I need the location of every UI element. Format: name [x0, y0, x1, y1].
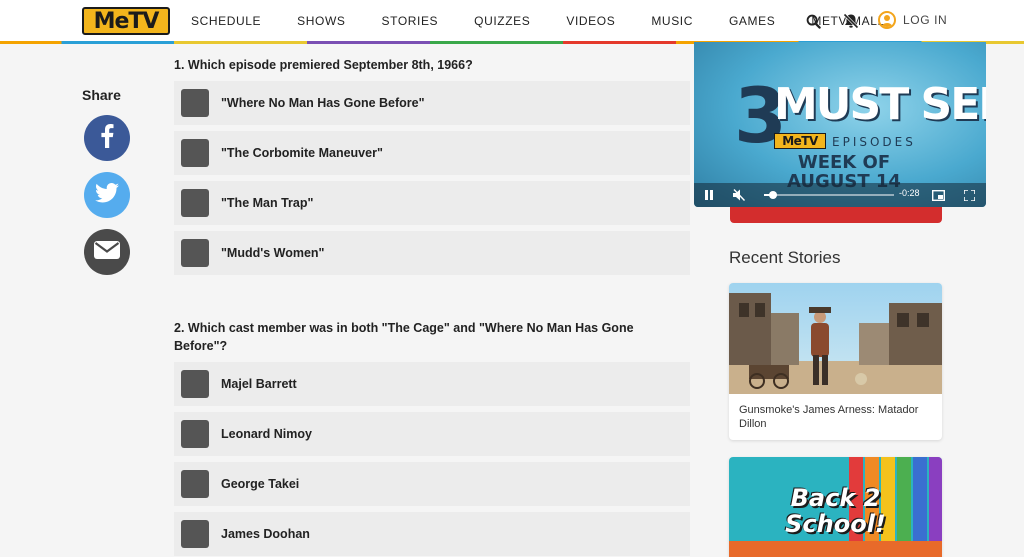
video-player[interactable]: 3 MUST SEE MeTV EPISODES WEEK OF AUGUST … — [694, 42, 986, 207]
story-image — [729, 283, 942, 394]
answer-checkbox[interactable] — [181, 420, 209, 448]
email-share-button[interactable] — [84, 229, 130, 275]
search-icon[interactable] — [803, 11, 823, 31]
answer-checkbox[interactable] — [181, 139, 209, 167]
story-image-text: Back 2 School! — [785, 484, 886, 538]
nav-shows[interactable]: SHOWS — [297, 14, 345, 28]
login-label: LOG IN — [903, 13, 948, 27]
share-title: Share — [82, 87, 121, 103]
answer-option[interactable]: "The Man Trap" — [174, 181, 690, 225]
nav-music[interactable]: MUSIC — [651, 14, 693, 28]
video-headline: MUST SEE — [774, 79, 986, 130]
answer-checkbox[interactable] — [181, 189, 209, 217]
answer-option[interactable]: George Takei — [174, 462, 690, 506]
nav-stories[interactable]: STORIES — [382, 14, 439, 28]
login-button[interactable]: LOG IN — [878, 11, 947, 29]
nav-quizzes[interactable]: QUIZZES — [474, 14, 530, 28]
metv-logo[interactable]: MeTV — [82, 7, 170, 35]
answer-option[interactable]: "Where No Man Has Gone Before" — [174, 81, 690, 125]
answer-label: George Takei — [221, 477, 300, 491]
video-progress-knob[interactable] — [769, 191, 778, 199]
question-1-text: 1. Which episode premiered September 8th… — [174, 58, 473, 72]
nav-videos[interactable]: VIDEOS — [566, 14, 615, 28]
facebook-share-button[interactable] — [84, 115, 130, 161]
answer-checkbox[interactable] — [181, 89, 209, 117]
answer-label: "The Corbomite Maneuver" — [221, 146, 383, 160]
story-card[interactable]: Back 2 School! — [729, 457, 942, 557]
twitter-icon — [95, 182, 119, 208]
picture-in-picture-icon[interactable] — [929, 186, 947, 204]
answer-label: Leonard Nimoy — [221, 427, 312, 441]
user-icon — [878, 11, 896, 29]
fullscreen-icon[interactable] — [960, 186, 978, 204]
answer-checkbox[interactable] — [181, 520, 209, 548]
recent-stories-title: Recent Stories — [729, 248, 841, 267]
email-icon — [94, 240, 120, 264]
answer-option[interactable]: Majel Barrett — [174, 362, 690, 406]
answer-option[interactable]: Leonard Nimoy — [174, 412, 690, 456]
answer-option[interactable]: "Mudd's Women" — [174, 231, 690, 275]
answer-label: "Mudd's Women" — [221, 246, 325, 260]
video-progress-bar[interactable] — [764, 191, 894, 199]
answer-label: "Where No Man Has Gone Before" — [221, 96, 425, 110]
video-metv-logo: MeTV — [774, 133, 826, 149]
bell-off-icon[interactable] — [841, 11, 861, 31]
video-time-remaining: -0:28 — [899, 188, 920, 198]
facebook-icon — [100, 123, 114, 153]
answer-option[interactable]: James Doohan — [174, 512, 690, 556]
mute-icon[interactable] — [730, 186, 748, 204]
twitter-share-button[interactable] — [84, 172, 130, 218]
nav-schedule[interactable]: SCHEDULE — [191, 14, 261, 28]
site-header: MeTV SCHEDULE SHOWS STORIES QUIZZES VIDE… — [0, 0, 1024, 42]
nav-games[interactable]: GAMES — [729, 14, 775, 28]
video-subhead: EPISODES — [832, 135, 916, 149]
question-2-text: 2. Which cast member was in both "The Ca… — [174, 321, 634, 353]
answer-checkbox[interactable] — [181, 239, 209, 267]
answer-label: "The Man Trap" — [221, 196, 314, 210]
answer-checkbox[interactable] — [181, 470, 209, 498]
answer-label: Majel Barrett — [221, 377, 297, 391]
story-caption: Gunsmoke's James Arness: Matador Dillon — [739, 404, 919, 430]
story-card[interactable]: Gunsmoke's James Arness: Matador Dillon — [729, 283, 942, 440]
story-image: Back 2 School! — [729, 457, 942, 557]
answer-label: James Doohan — [221, 527, 310, 541]
ad-red-bar[interactable] — [730, 207, 942, 223]
pause-icon[interactable] — [700, 186, 718, 204]
answer-option[interactable]: "The Corbomite Maneuver" — [174, 131, 690, 175]
answer-checkbox[interactable] — [181, 370, 209, 398]
video-controls: -0:28 — [694, 183, 986, 207]
